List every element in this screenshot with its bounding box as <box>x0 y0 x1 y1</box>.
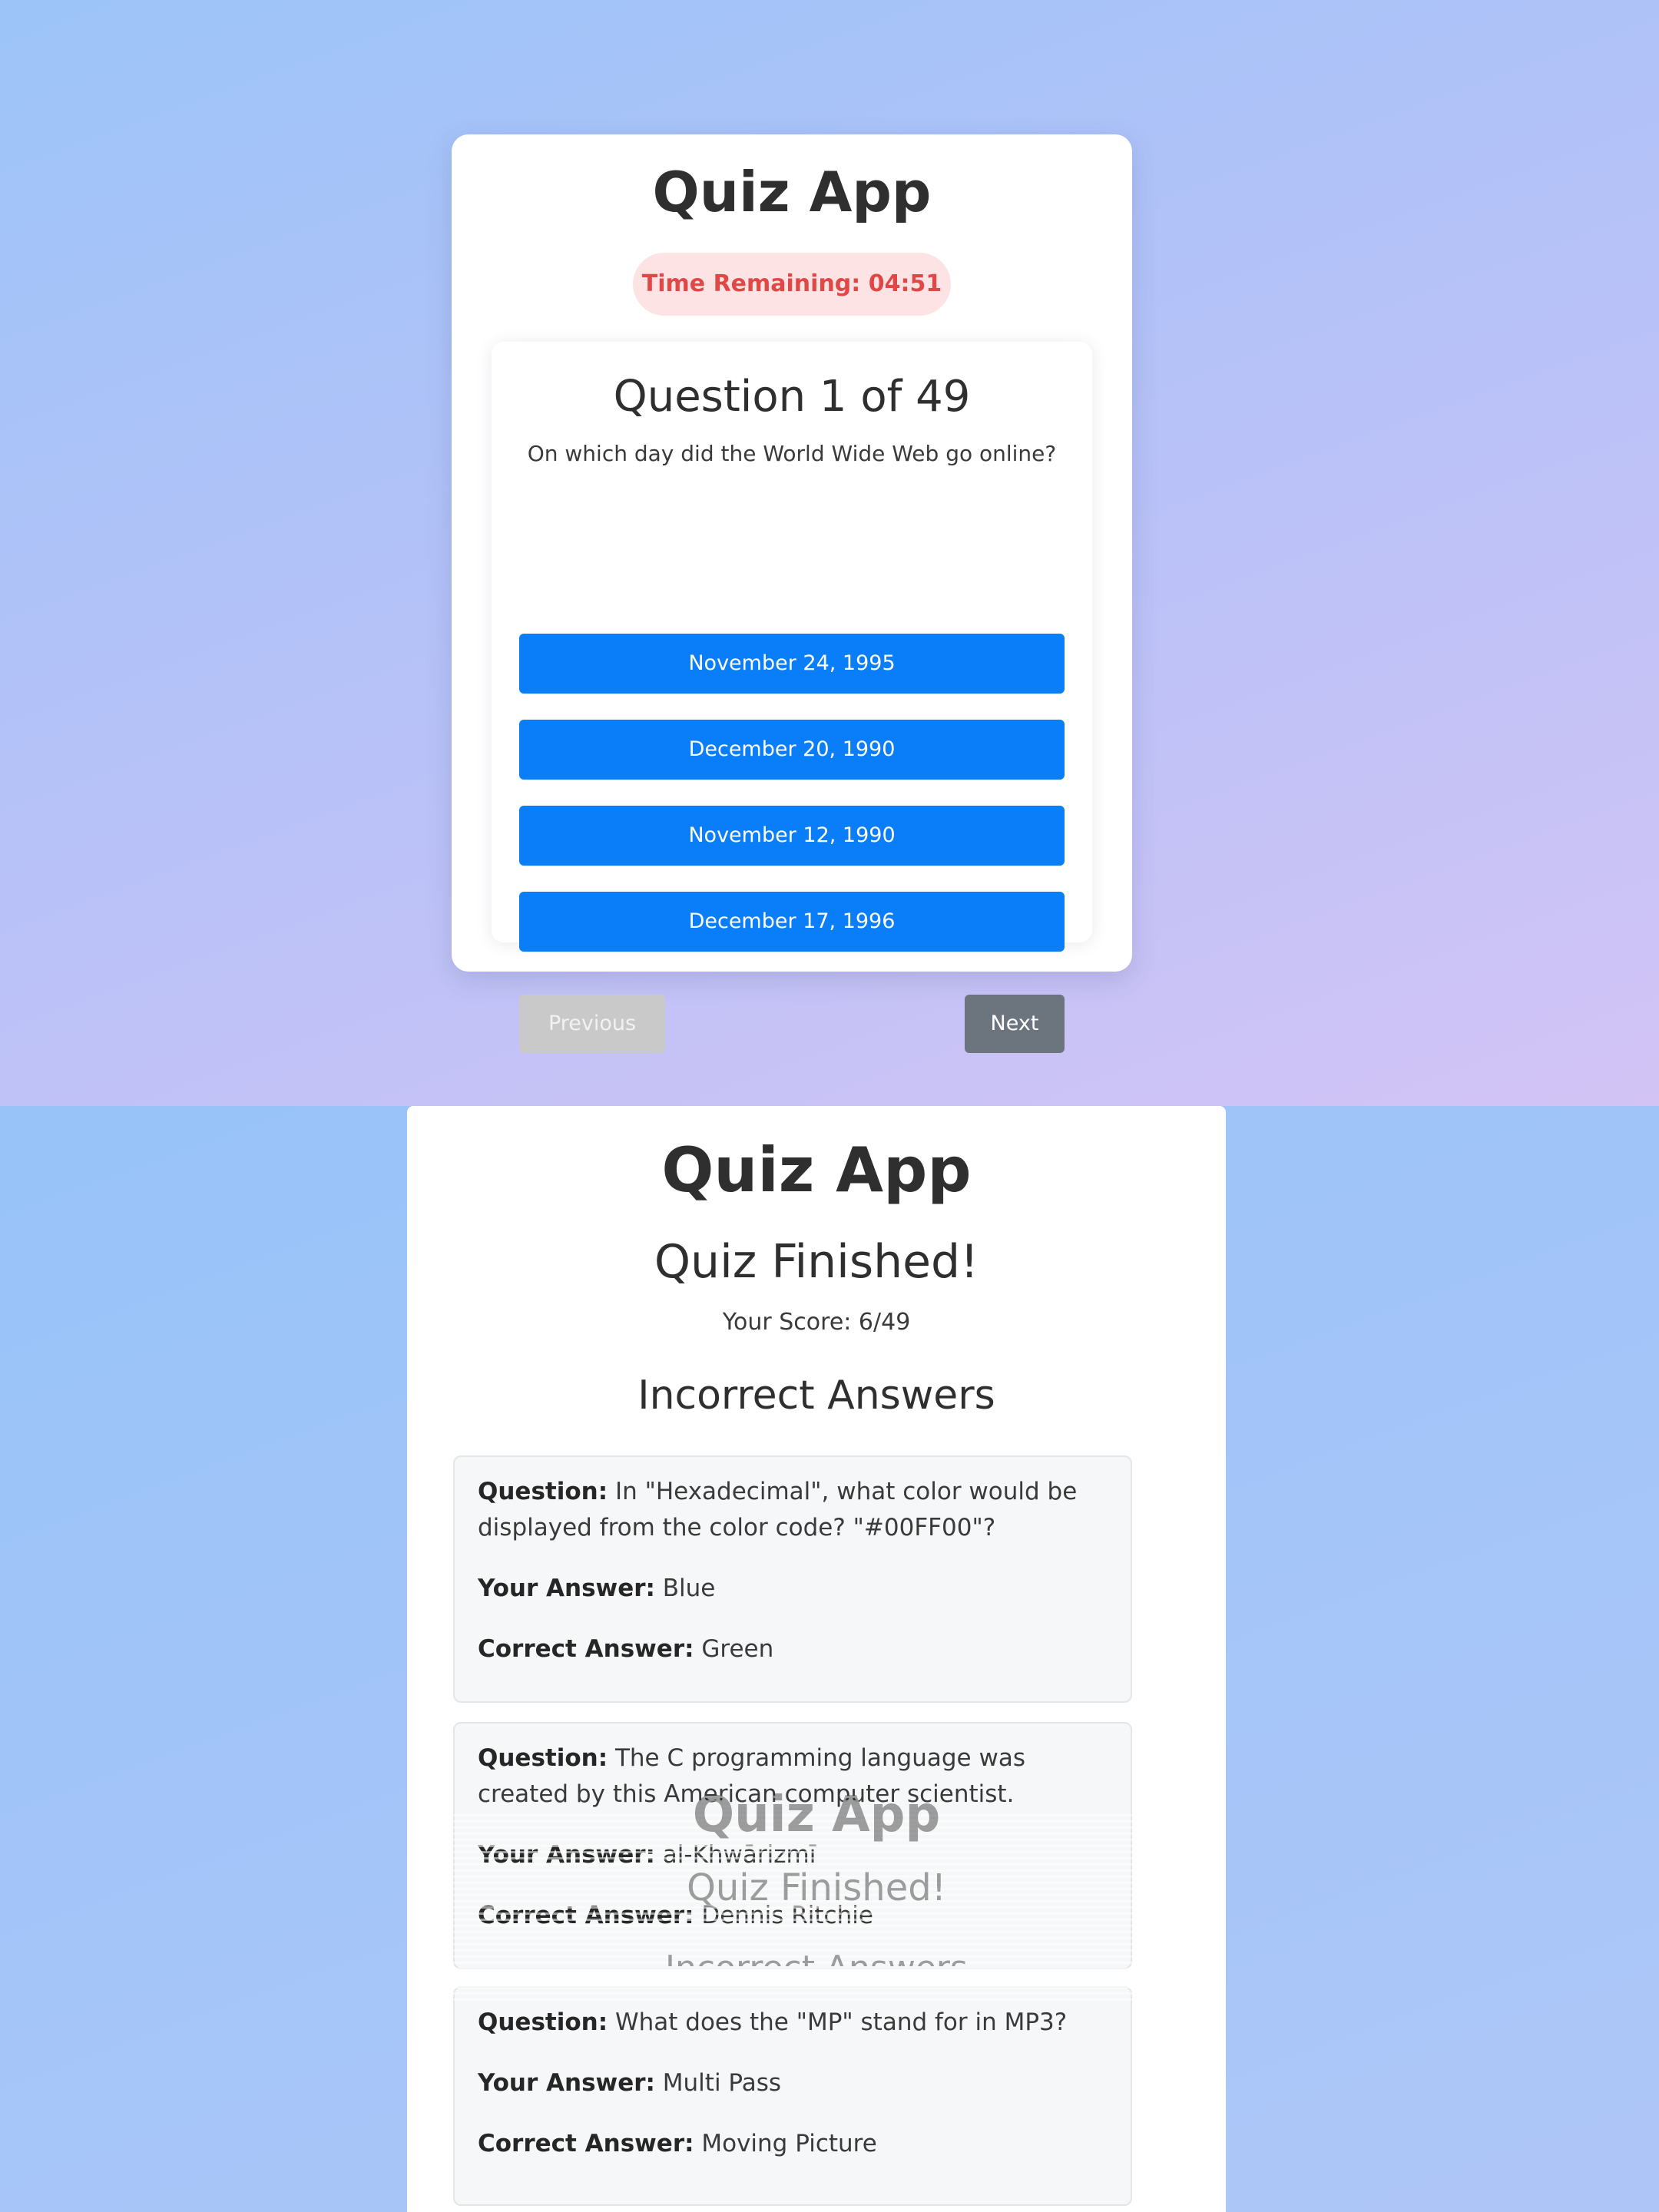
correct-answer-value: Moving Picture <box>701 2130 877 2157</box>
correct-answer-value: Dennis Ritchie <box>701 1902 873 1929</box>
next-button[interactable]: Next <box>965 995 1065 1053</box>
your-answer-value: al-Khwārizmī <box>662 1841 816 1869</box>
quiz-screen: Quiz App Time Remaining: 04:51 Question … <box>0 0 1659 1106</box>
app-title: Quiz App <box>661 1134 972 1206</box>
previous-button[interactable]: Previous <box>519 995 665 1053</box>
correct-answer-value: Green <box>701 1635 774 1663</box>
results-screen: Quiz App Quiz Finished! Your Score: 6/49… <box>0 1106 1659 2212</box>
question-row: Question: The C programming language was… <box>478 1744 1025 1808</box>
correct-answer-row: Correct Answer: Green <box>478 1635 774 1663</box>
question-counter: Question 1 of 49 <box>613 372 971 422</box>
results-card: Quiz App Quiz Finished! Your Score: 6/49… <box>407 1106 1226 2212</box>
quiz-card: Quiz App Time Remaining: 04:51 Question … <box>452 134 1132 1053</box>
time-remaining-badge: Time Remaining: 04:51 <box>633 253 951 316</box>
answer-option-button[interactable]: November 12, 1990 <box>519 806 1065 866</box>
question-row: Question: In "Hexadecimal", what color w… <box>478 1478 1078 1541</box>
question-row: Question: What does the "MP" stand for i… <box>478 2008 1068 2036</box>
question-value: What does the "MP" stand for in MP3? <box>614 2008 1068 2036</box>
incorrect-answers-heading: Incorrect Answers <box>637 1373 995 1419</box>
app-title: Quiz App <box>652 160 932 224</box>
correct-answer-row: Correct Answer: Moving Picture <box>478 2130 877 2157</box>
your-answer-value: Blue <box>662 1575 716 1602</box>
your-answer-row: Your Answer: al-Khwārizmī <box>478 1841 816 1869</box>
incorrect-answer-card: Question: The C programming language was… <box>453 1722 1132 1969</box>
score-text: Your Score: 6/49 <box>722 1309 911 1336</box>
quiz-finished-heading: Quiz Finished! <box>654 1235 979 1289</box>
answer-option-button[interactable]: December 17, 1996 <box>519 892 1065 952</box>
question-box: Question 1 of 49 On which day did the Wo… <box>492 342 1092 1053</box>
question-text: On which day did the World Wide Web go o… <box>527 441 1057 466</box>
answer-option-button[interactable]: December 20, 1990 <box>519 720 1065 780</box>
your-answer-row: Your Answer: Blue <box>478 1575 716 1602</box>
incorrect-answer-card: Question: In "Hexadecimal", what color w… <box>453 1455 1132 1703</box>
your-answer-value: Multi Pass <box>662 2069 782 2097</box>
your-answer-row: Your Answer: Multi Pass <box>478 2069 782 2097</box>
incorrect-answer-card: Question: What does the "MP" stand for i… <box>453 1986 1132 2206</box>
answer-option-button[interactable]: November 24, 1995 <box>519 634 1065 694</box>
correct-answer-row: Correct Answer: Dennis Ritchie <box>478 1902 873 1929</box>
